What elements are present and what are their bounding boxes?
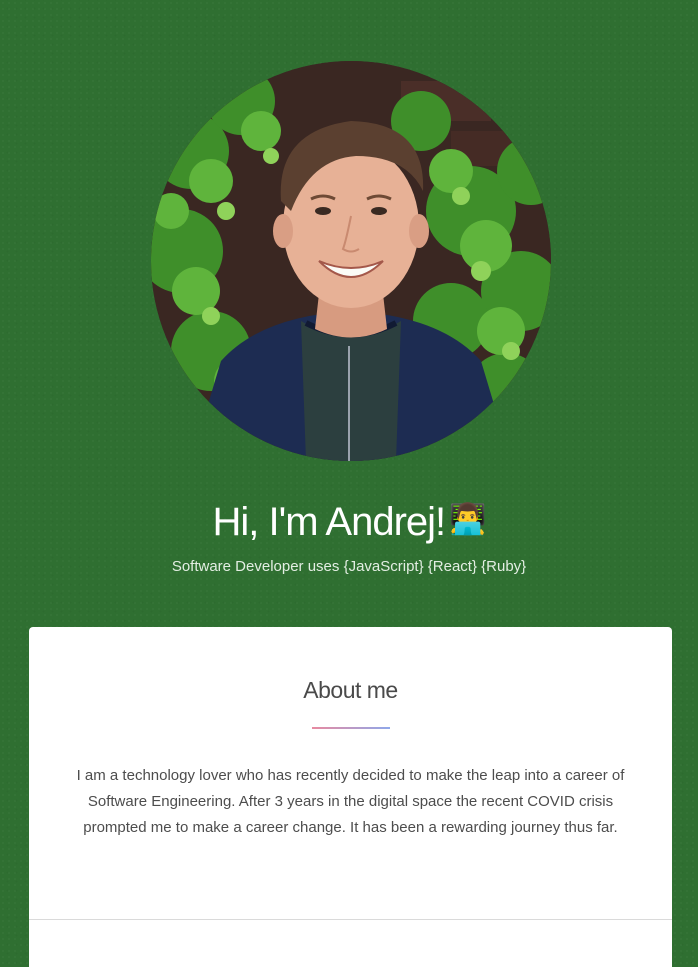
- about-body: I am a technology lover who has recently…: [76, 767, 625, 836]
- title-divider: [312, 727, 390, 729]
- profile-photo-illustration: [151, 61, 551, 461]
- about-title: About me: [303, 677, 398, 703]
- hero-section: Hi, I'm Andrej! 👨‍💻 Software Developer us…: [0, 0, 698, 627]
- about-card: About me I am a technology lover who has…: [29, 627, 672, 967]
- technologist-emoji-icon: 👨‍💻: [449, 503, 486, 536]
- tagline: Software Developer uses {JavaScript} {Re…: [171, 558, 527, 575]
- section-separator: [29, 919, 672, 920]
- greeting-text: Hi, I'm Andrej!: [212, 500, 446, 544]
- profile-photo: [151, 61, 551, 461]
- greeting-heading: Hi, I'm Andrej! 👨‍💻: [0, 494, 698, 548]
